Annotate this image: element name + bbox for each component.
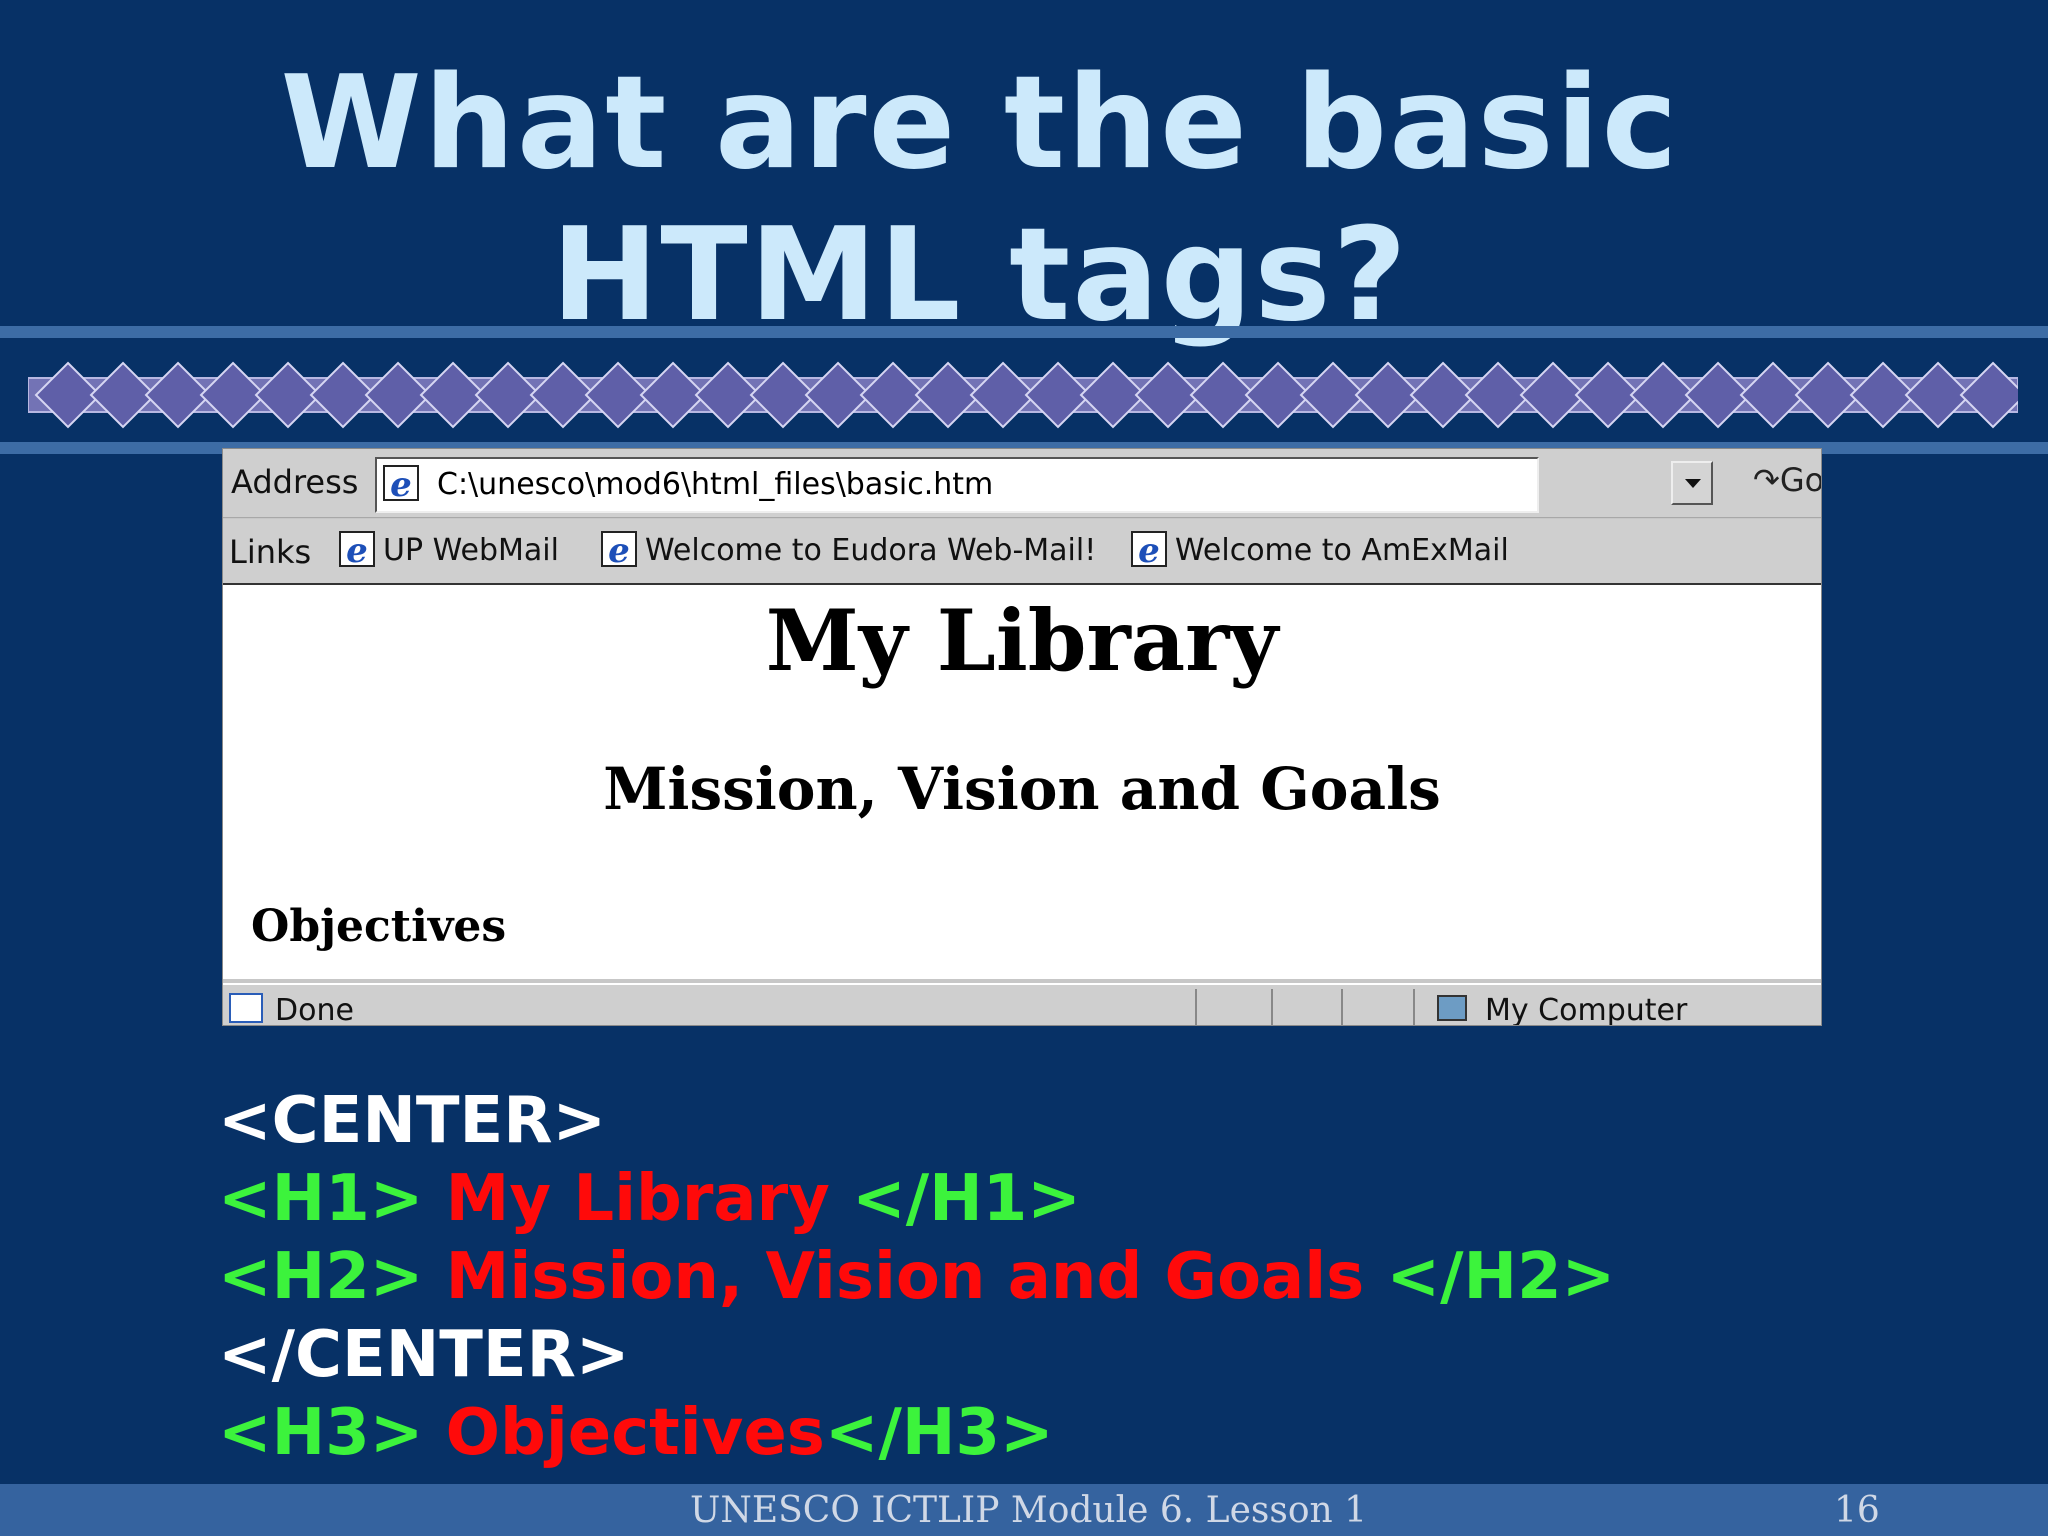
status-zone: My Computer (1485, 993, 1688, 1026)
code-tag: <H1> (218, 1162, 446, 1236)
code-tag: </H1> (829, 1162, 1081, 1236)
code-content: Objectives (445, 1396, 825, 1470)
code-tag: </H3> (824, 1396, 1054, 1470)
code-tag: </H2> (1364, 1240, 1616, 1314)
status-divider (1195, 989, 1197, 1025)
code-content: My Library (445, 1162, 830, 1236)
slide-title: What are the basic HTML tags? (0, 48, 1960, 352)
browser-screenshot: Address e C:\unesco\mod6\html_files\basi… (222, 448, 1822, 1026)
address-bar: Address e C:\unesco\mod6\html_files\basi… (223, 449, 1821, 518)
ie-page-icon: e (383, 465, 419, 503)
html-code-listing: <CENTER> <H1> My Library </H1> <H2> Miss… (218, 1082, 1615, 1472)
code-h1-line: <H1> My Library </H1> (218, 1160, 1615, 1238)
status-page-icon (229, 993, 263, 1023)
page-heading-h3: Objectives (251, 901, 507, 952)
status-divider (1271, 989, 1273, 1025)
code-tag: <H3> (218, 1396, 446, 1470)
ie-page-icon: e (1131, 531, 1167, 569)
link-label: Welcome to AmExMail (1175, 533, 1509, 568)
title-line-1: What are the basic (280, 49, 1680, 198)
status-divider (1341, 989, 1343, 1025)
ie-page-icon: e (339, 531, 375, 569)
slide-footer: UNESCO ICTLIP Module 6. Lesson 1 16 (0, 1484, 2048, 1536)
code-h3-line: <H3> Objectives</H3> (218, 1394, 1615, 1472)
code-tag: <H2> (218, 1240, 446, 1314)
code-content: Mission, Vision and Goals (445, 1240, 1365, 1314)
footer-text: UNESCO ICTLIP Module 6. Lesson 1 (690, 1490, 1368, 1531)
slide-number: 16 (1834, 1490, 1880, 1531)
go-button[interactable]: ↷Go (1753, 461, 1822, 499)
address-input[interactable]: e C:\unesco\mod6\html_files\basic.htm (375, 457, 1539, 513)
links-label: Links (229, 533, 312, 571)
diamond-shape (1959, 361, 2018, 429)
page-heading-h1: My Library (765, 591, 1279, 690)
page-heading-h2: Mission, Vision and Goals (603, 755, 1441, 823)
rendered-page: My Library Mission, Vision and Goals Obj… (223, 585, 1821, 979)
status-divider (1413, 989, 1415, 1025)
computer-icon (1437, 995, 1467, 1021)
go-arrow-icon: ↷ (1753, 461, 1780, 499)
link-label: UP WebMail (383, 533, 559, 568)
address-value: C:\unesco\mod6\html_files\basic.htm (437, 467, 994, 502)
address-label: Address (231, 463, 359, 501)
code-center-open: <CENTER> (218, 1084, 607, 1158)
status-bar: Done My Computer (223, 983, 1821, 1026)
divider-band-top (0, 326, 2048, 338)
status-text: Done (275, 993, 354, 1026)
diamond-border-decoration (28, 361, 2018, 429)
code-center-close: </CENTER> (218, 1318, 630, 1392)
link-label: Welcome to Eudora Web-Mail! (645, 533, 1097, 568)
code-h2-line: <H2> Mission, Vision and Goals </H2> (218, 1238, 1615, 1316)
ie-page-icon: e (601, 531, 637, 569)
go-label: Go (1779, 461, 1822, 499)
slide: What are the basic HTML tags? Address e … (0, 0, 2048, 1536)
links-bar: Links e UP WebMail e Welcome to Eudora W… (223, 519, 1821, 586)
dropdown-arrow-icon[interactable] (1671, 461, 1713, 505)
